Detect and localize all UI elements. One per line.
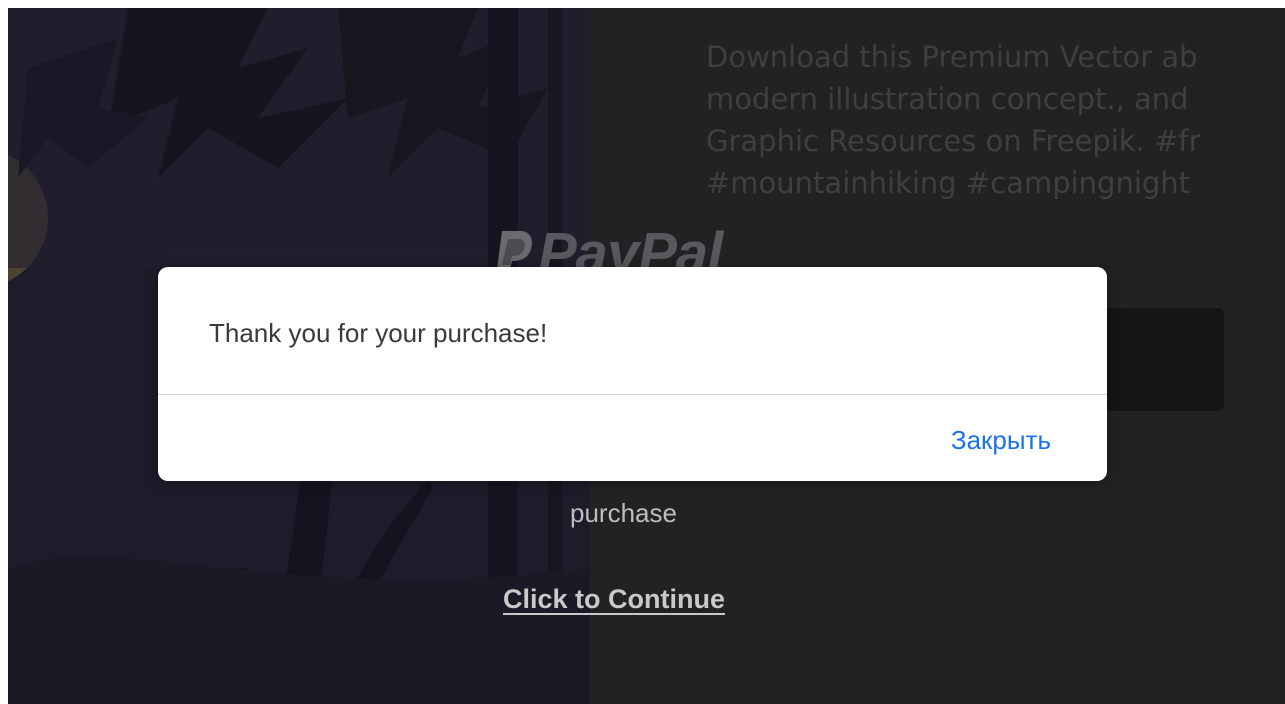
dialog-message: Thank you for your purchase! <box>209 318 548 348</box>
purchase-label: purchase <box>570 498 677 528</box>
product-description: Download this Premium Vector ab modern i… <box>706 40 1201 200</box>
alert-dialog: Thank you for your purchase! Закрыть <box>158 267 1107 481</box>
close-button[interactable]: Закрыть <box>951 425 1051 456</box>
click-to-continue-link[interactable]: Click to Continue <box>503 584 725 615</box>
page-background: Download this Premium Vector ab modern i… <box>8 8 1285 704</box>
dialog-divider <box>158 394 1107 395</box>
